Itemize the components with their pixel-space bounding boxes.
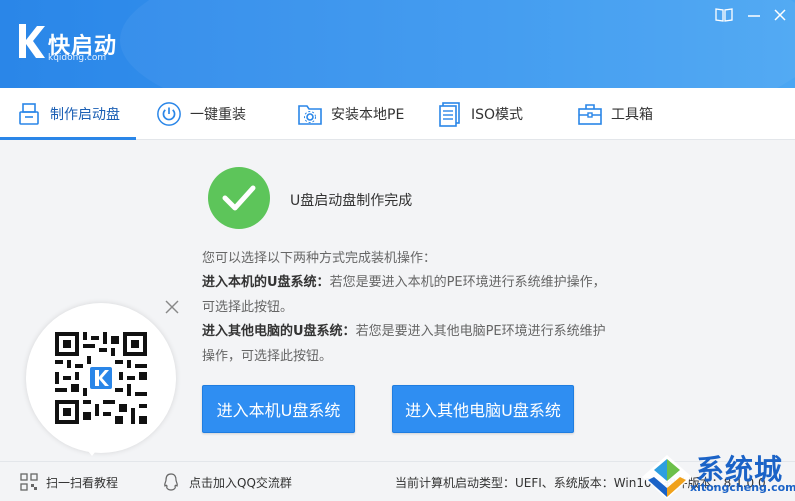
main-tabs: 制作启动盘 一键重装 安装本地PE ISO模式 工具箱 (0, 88, 795, 140)
status-title: U盘启动盘制作完成 (290, 193, 413, 209)
usb-drive-icon (16, 101, 42, 127)
folder-gear-icon (297, 101, 323, 127)
option2-description: 进入其他电脑的U盘系统：若您是要进入其他电脑PE环境进行系统维护 (202, 320, 606, 339)
scan-tutorial-label: 扫一扫看教程 (46, 475, 119, 490)
watermark-url: xitongcheng.com (690, 481, 795, 494)
close-icon[interactable] (770, 6, 790, 24)
checkmark-icon (208, 167, 270, 229)
tab-toolbox[interactable]: 工具箱 (577, 88, 653, 140)
header-decoration (120, 0, 795, 88)
tab-one-click-reinstall[interactable]: 一键重装 (156, 88, 246, 140)
option2-heading: 进入其他电脑的U盘系统： (202, 324, 356, 339)
kuaiqidong-logo-icon (19, 24, 45, 58)
qq-penguin-icon (163, 473, 179, 491)
option1-text-cont: 可选择此按钮。 (202, 300, 294, 315)
tab-label: 工具箱 (611, 107, 653, 123)
join-qq-label: 点击加入QQ交流群 (189, 475, 292, 490)
option1-description: 进入本机的U盘系统：若您是要进入本机的PE环境进行系统维护操作， (202, 271, 606, 290)
option1-heading: 进入本机的U盘系统： (202, 275, 330, 290)
tab-label: 安装本地PE (331, 107, 405, 123)
tab-make-boot-disk[interactable]: 制作启动盘 (16, 88, 120, 140)
book-icon[interactable] (714, 6, 734, 24)
tab-label: 一键重装 (190, 107, 246, 123)
power-icon (156, 101, 182, 127)
app-header: 快启动 kqidong.com (0, 0, 795, 88)
brand-url: kqidong.com (48, 53, 107, 63)
tab-install-local-pe[interactable]: 安装本地PE (297, 88, 404, 140)
minimize-icon[interactable] (744, 6, 764, 24)
scan-tutorial-link[interactable]: 扫一扫看教程 (20, 462, 118, 501)
toolbox-icon (577, 101, 603, 127)
intro-text: 您可以选择以下两种方式完成装机操作： (202, 251, 437, 266)
join-qq-group-link[interactable]: 点击加入QQ交流群 (163, 462, 292, 501)
qr-code-icon (55, 332, 147, 424)
qr-popup-tail (84, 446, 100, 456)
tab-label: 制作启动盘 (50, 107, 120, 123)
option2-text-cont: 操作，可选择此按钮。 (202, 349, 333, 364)
enter-local-usb-system-button[interactable]: 进入本机U盘系统 (202, 385, 355, 433)
tab-iso-mode[interactable]: ISO模式 (437, 88, 523, 140)
option2-text: 若您是要进入其他电脑PE环境进行系统维护 (355, 324, 606, 339)
close-qr-icon[interactable] (164, 299, 180, 315)
document-list-icon (437, 101, 463, 127)
enter-other-pc-usb-system-button[interactable]: 进入其他电脑U盘系统 (392, 385, 574, 433)
option1-text: 若您是要进入本机的PE环境进行系统维护操作， (329, 275, 606, 290)
tab-label: ISO模式 (471, 107, 524, 123)
qr-scan-icon (20, 473, 38, 491)
